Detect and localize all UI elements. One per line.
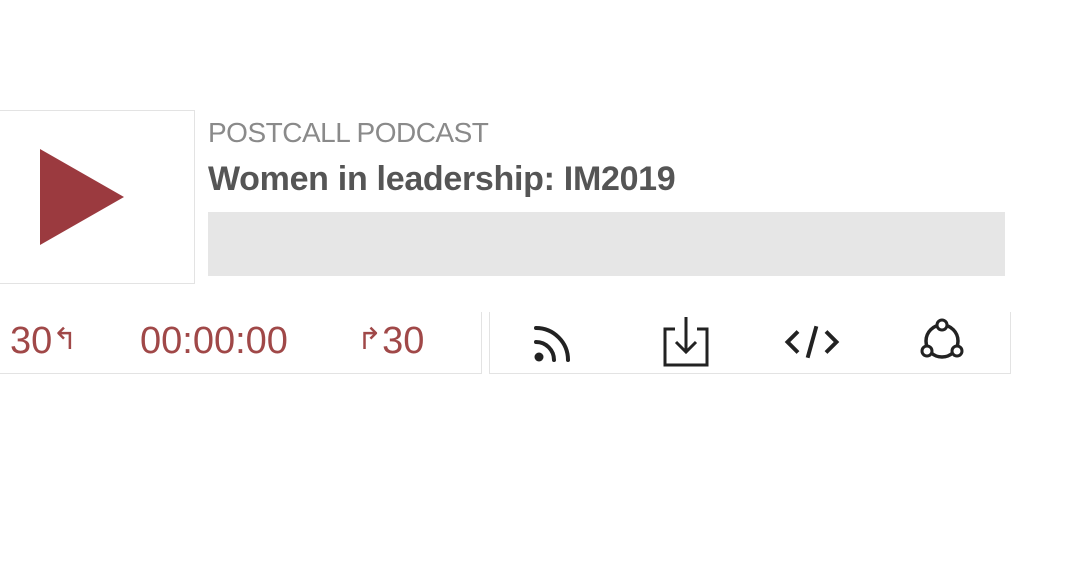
forward-icon: ↱ <box>357 323 383 356</box>
forward-30-button[interactable]: ↱30 <box>357 320 424 363</box>
podcast-name: POSTCALL PODCAST <box>208 117 489 148</box>
episode-title: Women in leadership: IM2019 <box>208 160 676 198</box>
podcast-player: POSTCALL PODCAST Women in leadership: IM… <box>0 0 1080 566</box>
time-display: 00:00:00 <box>140 320 288 362</box>
rewind-seconds-label: 30 <box>10 320 53 362</box>
embed-button[interactable] <box>784 314 840 370</box>
rewind-icon: ↰ <box>52 323 78 356</box>
embed-code-icon <box>784 325 840 359</box>
playback-controls: 30↰ 00:00:00 ↱30 <box>0 312 482 374</box>
forward-seconds-label: 30 <box>382 320 425 362</box>
rss-icon <box>534 326 570 362</box>
rss-button[interactable] <box>526 314 582 370</box>
play-button[interactable] <box>0 110 195 284</box>
share-button[interactable] <box>914 314 970 370</box>
progress-bar[interactable] <box>208 212 1005 276</box>
rewind-30-button[interactable]: 30↰ <box>10 320 77 363</box>
share-icon <box>920 318 964 359</box>
download-icon <box>663 317 709 367</box>
download-button[interactable] <box>658 314 714 370</box>
play-icon <box>40 149 124 245</box>
action-controls <box>489 312 1011 374</box>
